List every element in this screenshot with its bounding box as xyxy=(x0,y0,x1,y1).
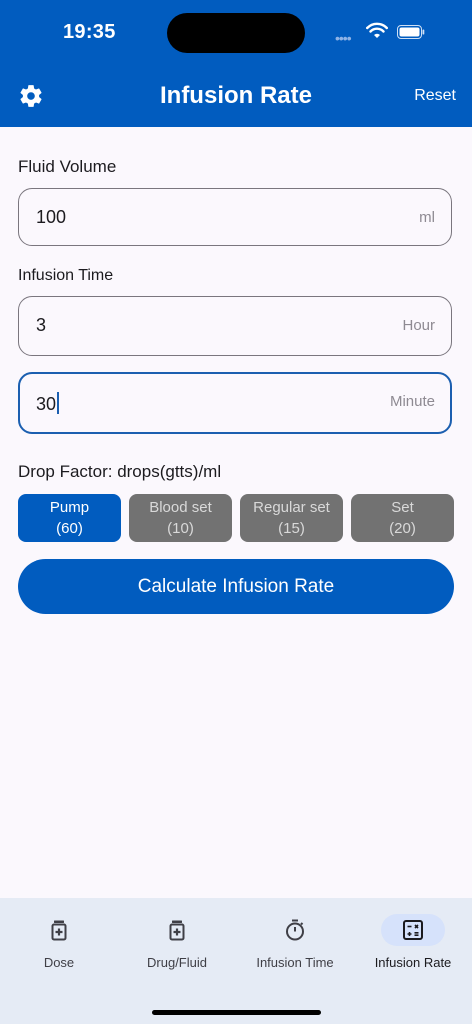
fluid-volume-unit: ml xyxy=(419,209,435,226)
dynamic-island xyxy=(167,13,305,53)
minutes-unit: Minute xyxy=(389,393,435,410)
chip-name: Regular set xyxy=(253,499,330,516)
hours-value: 3 xyxy=(36,315,47,335)
minutes-input[interactable]: 30 Minute xyxy=(18,372,452,434)
drop-factor-blood-set[interactable]: Blood set (10) xyxy=(129,494,232,542)
battery-icon xyxy=(397,25,425,39)
wifi-icon xyxy=(366,22,388,38)
chip-name: Set xyxy=(391,499,414,516)
chip-value: (15) xyxy=(278,520,305,537)
page-title: Infusion Rate xyxy=(159,82,312,109)
hours-unit: Hour xyxy=(402,317,435,334)
nav-item-dose[interactable]: Dose xyxy=(0,898,118,998)
nav-item-infusion-time[interactable]: Infusion Time xyxy=(236,898,354,998)
fluid-volume-input[interactable]: 100 ml xyxy=(18,188,452,246)
nav-icon-container xyxy=(145,914,209,946)
hours-input[interactable]: 3 Hour xyxy=(18,296,452,356)
nav-label: Drug/Fluid xyxy=(147,955,207,970)
reset-button[interactable]: Reset xyxy=(414,87,456,105)
nav-item-infusion-rate[interactable]: Infusion Rate xyxy=(354,898,472,998)
drop-factor-regular-set[interactable]: Regular set (15) xyxy=(240,494,343,542)
nav-icon-container xyxy=(381,914,445,946)
nav-icon-container xyxy=(263,914,327,946)
minutes-value: 30 xyxy=(36,392,60,415)
home-indicator xyxy=(152,1010,321,1015)
medicine-bottle-icon xyxy=(51,920,67,941)
medicine-bottle-icon xyxy=(169,920,185,941)
chip-value: (20) xyxy=(389,520,416,537)
nav-icon-container xyxy=(27,914,91,946)
chip-name: Blood set xyxy=(149,499,212,516)
fluid-volume-label: Fluid Volume xyxy=(18,157,117,176)
nav-label: Infusion Rate xyxy=(374,955,452,970)
nav-label: Dose xyxy=(43,955,75,970)
bottom-navigation: Dose Drug/Fluid Infusion Time Infusion R… xyxy=(0,898,472,1024)
fluid-volume-value: 100 xyxy=(36,207,67,227)
text-caret xyxy=(57,392,60,414)
nav-label: Infusion Time xyxy=(256,955,334,970)
infusion-time-label: Infusion Time xyxy=(18,267,114,284)
chip-value: (60) xyxy=(56,520,83,537)
drop-factor-set[interactable]: Set (20) xyxy=(351,494,454,542)
status-time: 19:35 xyxy=(63,21,116,43)
calculator-icon xyxy=(403,920,423,940)
cellular-signal-icon: •••• xyxy=(335,30,352,46)
timer-icon xyxy=(286,919,304,941)
drop-factor-label: Drop Factor: drops(gtts)/ml xyxy=(18,462,222,481)
drop-factor-options: Pump (60) Blood set (10) Regular set (15… xyxy=(18,494,454,542)
calculate-infusion-rate-button[interactable]: Calculate Infusion Rate xyxy=(18,559,454,614)
nav-item-drug-fluid[interactable]: Drug/Fluid xyxy=(118,898,236,998)
chip-name: Pump xyxy=(49,499,90,516)
drop-factor-pump[interactable]: Pump (60) xyxy=(18,494,121,542)
app-bar: 19:35 •••• Infusion Rate Reset xyxy=(0,0,472,127)
chip-value: (10) xyxy=(167,520,194,537)
